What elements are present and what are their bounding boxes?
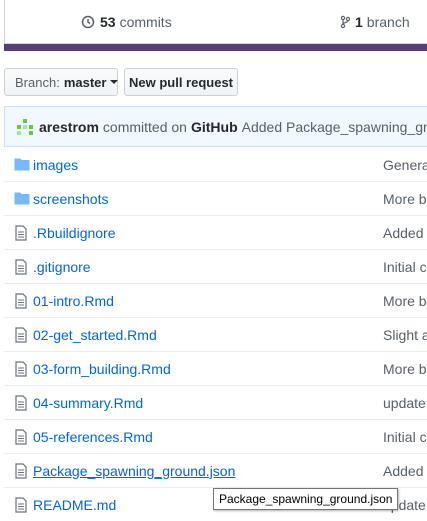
file-commit-message[interactable]: Initial c: [383, 259, 427, 275]
file-icon: [14, 259, 30, 275]
file-commit-message[interactable]: More b: [383, 293, 427, 309]
file-icon: [14, 327, 30, 343]
file-row: images Genera: [4, 148, 427, 181]
file-commit-message[interactable]: More b: [383, 361, 427, 377]
file-commit-message[interactable]: Added: [383, 463, 423, 479]
branch-select-button[interactable]: Branch: master: [4, 68, 119, 96]
commit-action: committed on: [102, 118, 187, 135]
file-commit-message[interactable]: Slight a: [383, 327, 427, 343]
file-row: 04-summary.Rmd update: [4, 385, 427, 419]
caret-down-icon: [110, 80, 119, 84]
avatar[interactable]: [17, 118, 33, 135]
file-name-link[interactable]: screenshots: [33, 191, 108, 207]
folder-icon: [14, 191, 30, 207]
file-icon: [14, 361, 30, 377]
file-icon: [14, 463, 30, 479]
file-row: 03-form_building.Rmd More b: [4, 351, 427, 385]
commits-link[interactable]: 53 commits: [81, 14, 172, 30]
commit-message[interactable]: Added Package_spawning_ground.json: [242, 119, 427, 135]
file-row: .Rbuildignore Added: [4, 215, 427, 249]
file-commit-message[interactable]: Added: [383, 225, 423, 241]
file-name-link[interactable]: 05-references.Rmd: [33, 429, 153, 445]
file-icon: [14, 429, 30, 445]
history-icon: [81, 15, 95, 29]
file-row: Package_spawning_ground.json Added: [4, 453, 427, 487]
commits-label: commits: [119, 14, 172, 30]
file-row: 02-get_started.Rmd Slight a: [4, 317, 427, 351]
file-commit-message[interactable]: More b: [383, 191, 427, 207]
folder-icon: [14, 157, 30, 173]
repo-summary: 53 commits 1 branch: [4, 0, 427, 44]
branch-icon: [340, 15, 350, 29]
file-commit-message[interactable]: Genera: [383, 157, 427, 173]
file-name-link[interactable]: Package_spawning_ground.json: [33, 463, 235, 479]
branch-count: 1: [355, 14, 363, 30]
branch-label: branch: [366, 14, 410, 30]
file-name-link[interactable]: 02-get_started.Rmd: [33, 327, 157, 343]
file-row: 05-references.Rmd Initial c: [4, 419, 427, 453]
file-icon: [14, 497, 30, 513]
tooltip: Package_spawning_ground.json: [213, 488, 399, 510]
file-icon: [14, 225, 30, 241]
language-bar[interactable]: [4, 44, 427, 51]
branches-link[interactable]: 1 branch: [340, 14, 410, 30]
commit-author[interactable]: arestrom: [39, 119, 99, 135]
file-row: screenshots More b: [4, 181, 427, 215]
commits-count: 53: [100, 14, 116, 30]
file-name-link[interactable]: images: [33, 157, 78, 173]
file-row: 01-intro.Rmd More b: [4, 283, 427, 317]
file-commit-message[interactable]: update: [383, 395, 426, 411]
branch-select-value: master: [63, 74, 107, 90]
file-name-link[interactable]: .gitignore: [33, 259, 91, 275]
branch-select-label: Branch:: [15, 74, 60, 90]
file-list: images Genera screenshots More b .Rbuildigno…: [4, 148, 427, 521]
file-name-link[interactable]: .Rbuildignore: [33, 225, 116, 241]
file-row: .gitignore Initial c: [4, 249, 427, 283]
commit-platform: GitHub: [190, 118, 238, 135]
file-icon: [14, 293, 30, 309]
new-pull-request-button[interactable]: New pull request: [124, 68, 238, 96]
file-name-link[interactable]: 01-intro.Rmd: [33, 293, 114, 309]
file-name-link[interactable]: README.md: [33, 497, 116, 513]
file-name-link[interactable]: 04-summary.Rmd: [33, 395, 143, 411]
latest-commit-bar: arestrom committed on GitHub Added Packa…: [4, 106, 427, 147]
file-icon: [14, 395, 30, 411]
file-name-link[interactable]: 03-form_building.Rmd: [33, 361, 171, 377]
file-commit-message[interactable]: Initial c: [383, 429, 427, 445]
